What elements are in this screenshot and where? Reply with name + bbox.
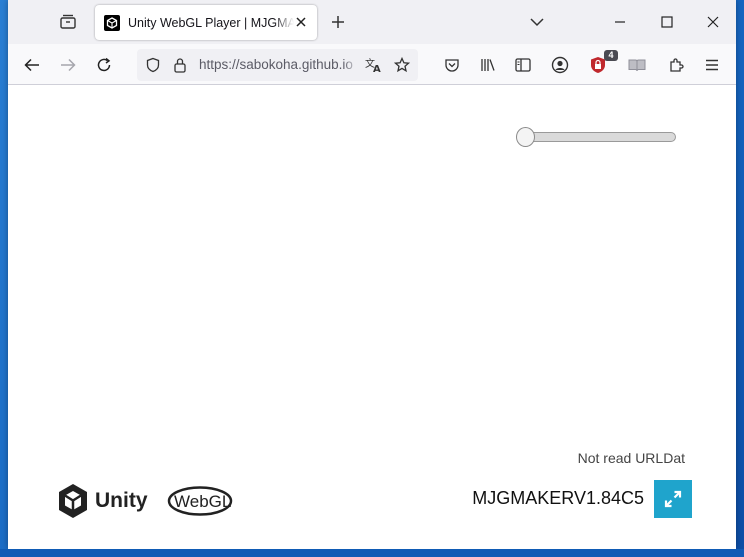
sidebar-icon	[515, 58, 531, 72]
tab-close-button[interactable]	[293, 14, 309, 30]
list-all-tabs-button[interactable]	[525, 10, 549, 34]
menu-button[interactable]	[697, 50, 727, 80]
address-bar[interactable]: https://sabokoha.github.io 文 A	[137, 49, 418, 81]
back-arrow-icon	[24, 58, 39, 72]
fullscreen-button[interactable]	[654, 480, 692, 518]
unity-favicon-icon	[104, 14, 120, 31]
forward-arrow-icon	[61, 58, 76, 72]
back-button[interactable]	[17, 50, 47, 80]
tab-overview-button[interactable]	[52, 8, 84, 36]
minimize-icon	[615, 21, 625, 23]
new-tab-button[interactable]	[326, 10, 350, 34]
build-title: MJGMAKERV1.84C5	[472, 488, 644, 508]
plus-icon	[332, 16, 344, 28]
fullscreen-icon	[664, 490, 682, 508]
lock-icon[interactable]	[171, 56, 189, 74]
reload-icon	[97, 57, 111, 72]
close-icon	[296, 17, 306, 27]
pocket-icon	[445, 59, 459, 72]
svg-text:A: A	[373, 64, 381, 73]
minimize-button[interactable]	[600, 6, 640, 38]
reload-button[interactable]	[89, 50, 119, 80]
pocket-button[interactable]	[437, 50, 467, 80]
page-content: Not read URLDat Unity WebGL MJGMAKERV1.8…	[8, 86, 736, 549]
tab-unity-webgl[interactable]: Unity WebGL Player | MJGMAKER	[95, 5, 317, 40]
sidebar-button[interactable]	[508, 50, 538, 80]
chevron-down-icon	[530, 18, 544, 27]
navigation-toolbar: https://sabokoha.github.io 文 A	[8, 44, 736, 85]
account-icon	[551, 56, 569, 74]
star-icon[interactable]	[393, 56, 411, 74]
window-close-icon	[707, 16, 719, 28]
unity-webgl-logo: Unity WebGL	[56, 480, 246, 522]
reader-view-icon	[628, 59, 646, 72]
tab-title: Unity WebGL Player | MJGMAKER	[128, 15, 294, 30]
unity-wordmark: Unity	[95, 489, 148, 512]
account-button[interactable]	[545, 50, 575, 80]
reader-view-button[interactable]	[622, 50, 652, 80]
unity-logo-icon	[59, 484, 87, 518]
browser-window: Unity WebGL Player | MJGMAKER	[8, 0, 736, 549]
extension-badge: 4	[604, 50, 618, 61]
tab-overview-icon	[60, 14, 76, 29]
forward-button[interactable]	[53, 50, 83, 80]
translate-icon[interactable]: 文 A	[365, 56, 383, 74]
extensions-button[interactable]	[661, 50, 691, 80]
volume-slider-thumb[interactable]	[516, 127, 535, 147]
library-icon	[481, 59, 495, 71]
maximize-button[interactable]	[647, 6, 687, 38]
volume-slider[interactable]	[518, 132, 676, 142]
taskbar-edge	[0, 549, 744, 557]
url-text[interactable]: https://sabokoha.github.io	[199, 57, 359, 72]
menu-icon	[706, 59, 718, 71]
title-bar: Unity WebGL Player | MJGMAKER	[8, 0, 736, 44]
close-window-button[interactable]	[693, 6, 733, 38]
maximize-icon	[661, 16, 673, 28]
webgl-wordmark: WebGL	[167, 486, 233, 516]
library-button[interactable]	[473, 50, 503, 80]
shield-icon[interactable]	[144, 56, 162, 74]
extensions-icon	[670, 58, 684, 72]
svg-text:WebGL: WebGL	[174, 492, 231, 511]
url-status-text: Not read URLDat	[577, 450, 685, 466]
